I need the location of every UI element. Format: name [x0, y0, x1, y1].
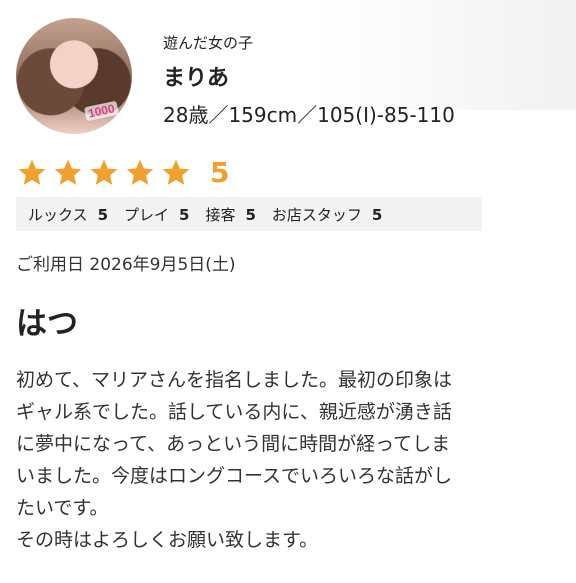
review-line: いました。今度はロングコースでいろいろな話がし	[16, 465, 453, 487]
review-line: たいです。	[16, 497, 109, 519]
visit-date: ご利用日 2026年9月5日(土)	[16, 255, 236, 275]
girl-stats: 28歳／159cm／105(I)-85-110	[163, 103, 455, 127]
header-background	[316, 0, 576, 110]
star-icon	[126, 159, 154, 185]
overall-score: 5	[210, 156, 230, 189]
star-icon	[90, 159, 118, 185]
rating-looks: ルックス 5	[28, 204, 108, 225]
star-icon	[18, 159, 46, 185]
rating-label: ルックス	[28, 205, 88, 224]
star-rating: 5	[16, 157, 229, 189]
rating-label: プレイ	[124, 205, 170, 224]
rating-value: 5	[371, 205, 383, 224]
rating-staff: お店スタッフ 5	[272, 204, 382, 225]
star-icon	[162, 159, 190, 185]
review-line: 初めて、マリアさんを指名しました。最初の印象は	[16, 369, 453, 391]
review-line: に夢中になって、あっという間に時間が経ってしま	[16, 433, 451, 455]
rating-label: お店スタッフ	[271, 205, 362, 224]
rating-label: 接客	[205, 205, 236, 224]
rating-value: 5	[179, 205, 190, 224]
girl-label: 遊んだ女の子	[163, 34, 254, 52]
review-line: その時はよろしくお願い致します。	[16, 529, 319, 551]
category-ratings: ルックス 5 プレイ 5 接客 5 お店スタッフ 5	[16, 197, 482, 231]
review-title: はつ	[16, 306, 78, 342]
review-line: ギャル系でした。話している内に、親近感が湧き話	[16, 401, 452, 423]
girl-name: まりあ	[163, 66, 230, 91]
review-body: 初めて、マリアさんを指名しました。最初の印象は ギャル系でした。話している内に、…	[16, 364, 560, 556]
rating-value: 5	[97, 205, 108, 224]
rating-service: 接客 5	[205, 204, 255, 225]
rating-play: プレイ 5	[124, 204, 189, 225]
rating-value: 5	[245, 205, 256, 224]
star-icon	[54, 159, 82, 185]
avatar-badge: 1000	[84, 100, 120, 122]
avatar: 1000	[16, 18, 132, 134]
